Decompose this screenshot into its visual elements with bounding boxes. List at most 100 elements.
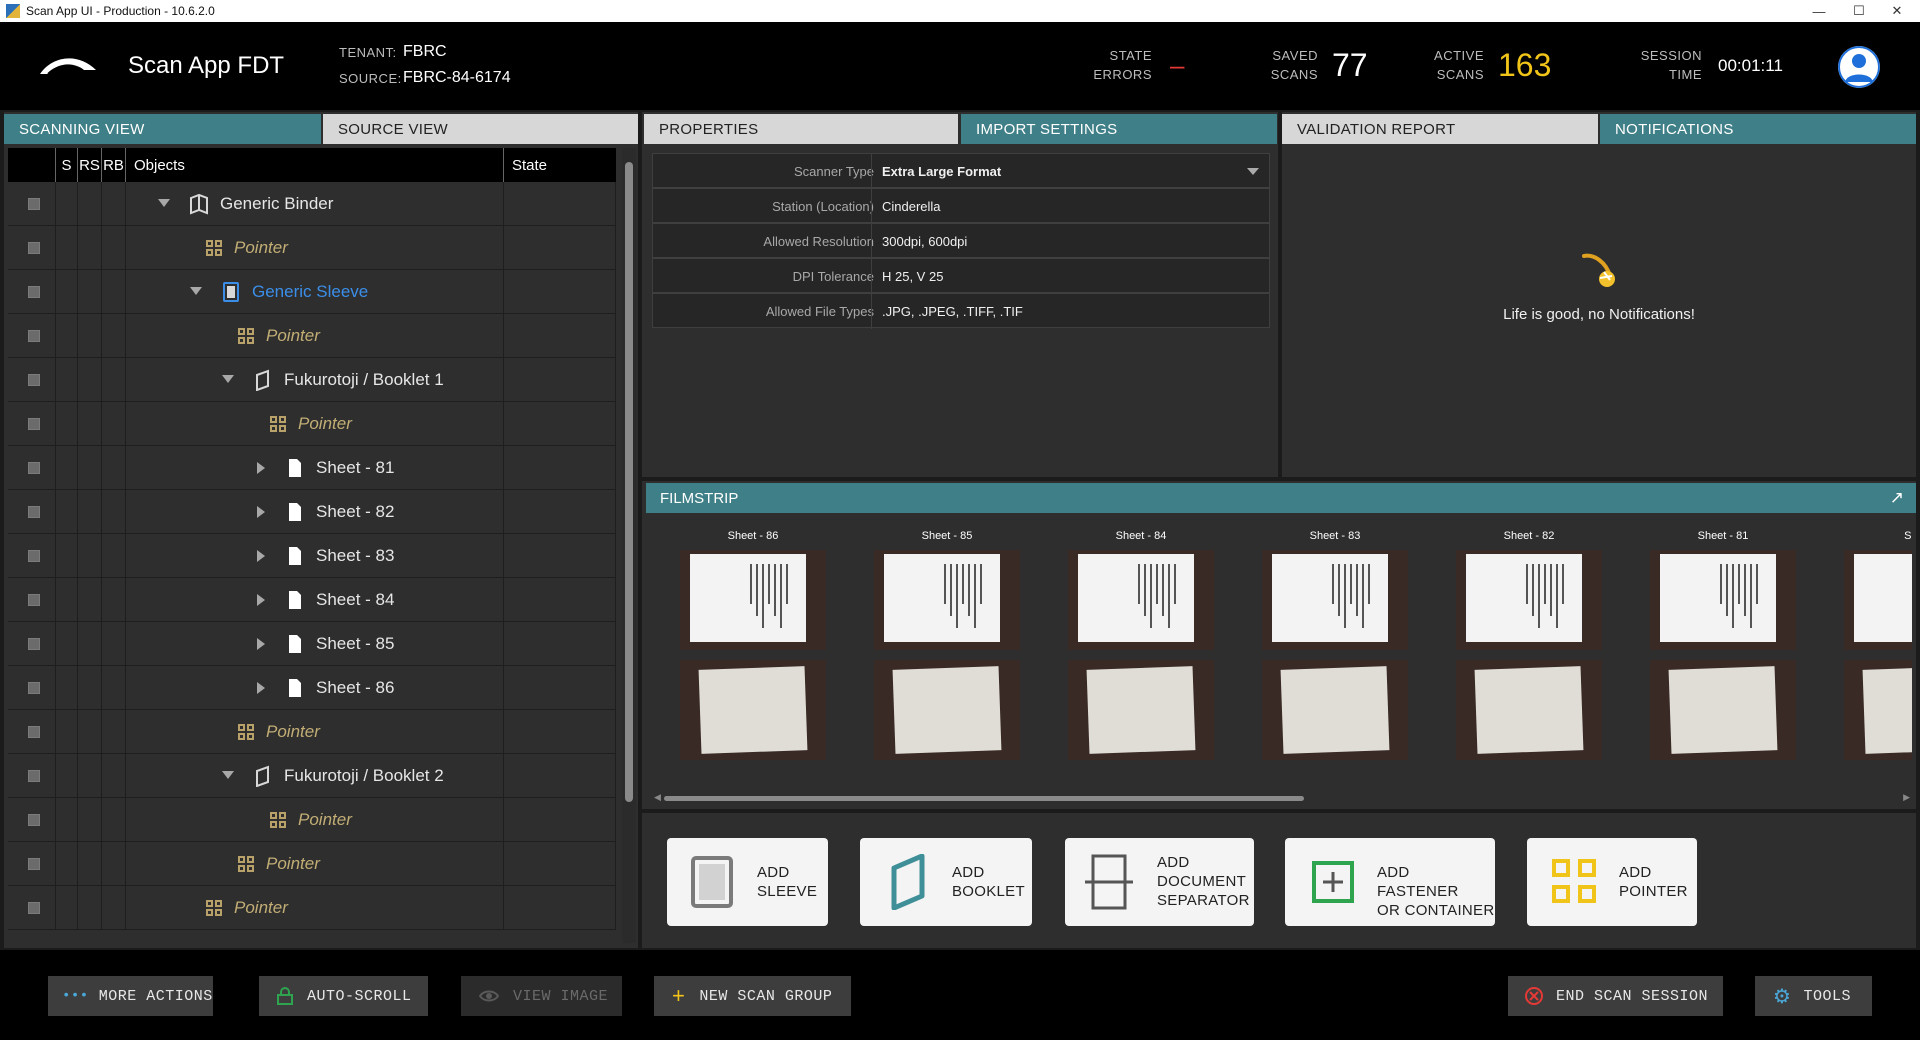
row-checkbox[interactable] <box>28 770 40 782</box>
sleeve-icon <box>223 282 239 302</box>
tree-row[interactable]: Fukurotoji / Booklet 1 <box>8 358 616 402</box>
filmstrip-front-thumbnail[interactable] <box>1844 550 1912 650</box>
tab-import-settings[interactable]: IMPORT SETTINGS <box>961 114 1277 144</box>
column-objects[interactable]: Objects <box>126 148 504 182</box>
filmstrip-back-thumbnail[interactable] <box>874 660 1020 760</box>
filmstrip-front-thumbnail[interactable] <box>1262 550 1408 650</box>
tree-scrollbar[interactable] <box>622 148 636 943</box>
auto-scroll-button[interactable]: AUTO-SCROLL <box>259 976 428 1016</box>
tree-row[interactable]: Pointer <box>8 710 616 754</box>
tree-row[interactable]: Pointer <box>8 886 616 930</box>
tree-row[interactable]: Sheet - 81 <box>8 446 616 490</box>
row-checkbox[interactable] <box>28 418 40 430</box>
tree-row[interactable]: Generic Binder <box>8 182 616 226</box>
filmstrip-back-thumbnail[interactable] <box>1650 660 1796 760</box>
tree-row[interactable]: Pointer <box>8 314 616 358</box>
filmstrip-front-thumbnail[interactable] <box>680 550 826 650</box>
tab-notifications[interactable]: NOTIFICATIONS <box>1600 114 1916 144</box>
column-rs[interactable]: RS <box>78 148 102 182</box>
row-checkbox[interactable] <box>28 330 40 342</box>
text-column-mark <box>1368 564 1370 604</box>
row-checkbox[interactable] <box>28 462 40 474</box>
column-s[interactable]: S <box>56 148 78 182</box>
row-checkbox[interactable] <box>28 286 40 298</box>
add-fastener-button[interactable]: ADD FASTENER OR CONTAINER <box>1285 838 1495 926</box>
column-state[interactable]: State <box>504 148 616 182</box>
tree-row[interactable]: Pointer <box>8 402 616 446</box>
filmstrip-front-thumbnail[interactable] <box>1456 550 1602 650</box>
row-checkbox[interactable] <box>28 242 40 254</box>
tree-row[interactable]: Fukurotoji / Booklet 2 <box>8 754 616 798</box>
pointer-icon <box>238 724 254 740</box>
tree-row[interactable]: Pointer <box>8 798 616 842</box>
expand-chevron-icon[interactable] <box>257 638 265 650</box>
tree-row[interactable]: Sheet - 84 <box>8 578 616 622</box>
row-checkbox[interactable] <box>28 550 40 562</box>
row-checkbox[interactable] <box>28 682 40 694</box>
scroll-left-icon[interactable]: ◀ <box>654 792 661 803</box>
tools-button[interactable]: ⚙ TOOLS <box>1755 976 1872 1016</box>
tree-scrollbar-thumb[interactable] <box>625 162 633 802</box>
scanner-type-select[interactable]: Extra Large Format <box>882 164 1001 179</box>
add-pointer-button[interactable]: ADD POINTER <box>1527 838 1697 926</box>
tree-row[interactable]: Sheet - 85 <box>8 622 616 666</box>
scroll-right-icon[interactable]: ▶ <box>1903 792 1910 803</box>
filmstrip-back-thumbnail[interactable] <box>680 660 826 760</box>
filmstrip-back-thumbnail[interactable] <box>1456 660 1602 760</box>
tree-cell <box>504 490 616 534</box>
tree-row[interactable]: Pointer <box>8 842 616 886</box>
add-sleeve-button[interactable]: ADD SLEEVE <box>667 838 828 926</box>
expand-chevron-icon[interactable] <box>257 682 265 694</box>
filmstrip-back-thumbnail[interactable] <box>1262 660 1408 760</box>
expand-icon[interactable]: ↗ <box>1890 488 1904 508</box>
tab-validation-report[interactable]: VALIDATION REPORT <box>1282 114 1598 144</box>
add-booklet-button[interactable]: ADD BOOKLET <box>860 838 1032 926</box>
add-document-separator-button[interactable]: ADD DOCUMENT SEPARATOR <box>1065 838 1254 926</box>
tree-row[interactable]: Pointer <box>8 226 616 270</box>
tree-cell <box>504 314 616 358</box>
user-avatar-icon[interactable] <box>1838 46 1880 88</box>
tab-properties[interactable]: PROPERTIES <box>644 114 958 144</box>
row-checkbox[interactable] <box>28 198 40 210</box>
expand-chevron-icon[interactable] <box>257 506 265 518</box>
row-checkbox[interactable] <box>28 858 40 870</box>
filmstrip-scrollbar-thumb[interactable] <box>664 796 1304 801</box>
tree-row[interactable]: Sheet - 82 <box>8 490 616 534</box>
tree-row[interactable]: Generic Sleeve <box>8 270 616 314</box>
expand-chevron-icon[interactable] <box>257 462 265 474</box>
row-checkbox[interactable] <box>28 814 40 826</box>
collapse-chevron-icon[interactable] <box>190 287 202 295</box>
expand-chevron-icon[interactable] <box>257 594 265 606</box>
tree-select-column-header[interactable] <box>8 148 56 182</box>
collapse-chevron-icon[interactable] <box>222 771 234 779</box>
expand-chevron-icon[interactable] <box>257 550 265 562</box>
close-icon[interactable]: ✕ <box>1874 0 1920 22</box>
tree-row[interactable]: Sheet - 86 <box>8 666 616 710</box>
filmstrip-back-thumbnail[interactable] <box>1068 660 1214 760</box>
dropdown-chevron-icon[interactable] <box>1247 168 1259 175</box>
row-checkbox[interactable] <box>28 374 40 386</box>
tree-cell <box>56 578 78 622</box>
new-scan-group-button[interactable]: + NEW SCAN GROUP <box>654 976 851 1016</box>
collapse-chevron-icon[interactable] <box>222 375 234 383</box>
row-checkbox[interactable] <box>28 902 40 914</box>
row-checkbox[interactable] <box>28 506 40 518</box>
filmstrip-front-thumbnail[interactable] <box>874 550 1020 650</box>
column-rb[interactable]: RB <box>102 148 126 182</box>
tree-item-label: Pointer <box>266 854 320 873</box>
view-image-button[interactable]: VIEW IMAGE <box>461 976 622 1016</box>
end-scan-session-button[interactable]: END SCAN SESSION <box>1508 976 1723 1016</box>
row-checkbox[interactable] <box>28 638 40 650</box>
tab-scanning-view[interactable]: SCANNING VIEW <box>4 114 321 144</box>
filmstrip-front-thumbnail[interactable] <box>1650 550 1796 650</box>
filmstrip-scrollbar[interactable]: ◀ ▶ <box>654 792 1910 804</box>
filmstrip-front-thumbnail[interactable] <box>1068 550 1214 650</box>
filmstrip-back-thumbnail[interactable] <box>1844 660 1912 760</box>
row-checkbox[interactable] <box>28 726 40 738</box>
more-actions-button[interactable]: ••• MORE ACTIONS <box>48 976 213 1016</box>
collapse-chevron-icon[interactable] <box>158 199 170 207</box>
setting-row[interactable]: Scanner Type Extra Large Format <box>652 153 1270 189</box>
tree-row[interactable]: Sheet - 83 <box>8 534 616 578</box>
tab-source-view[interactable]: SOURCE VIEW <box>323 114 638 144</box>
row-checkbox[interactable] <box>28 594 40 606</box>
